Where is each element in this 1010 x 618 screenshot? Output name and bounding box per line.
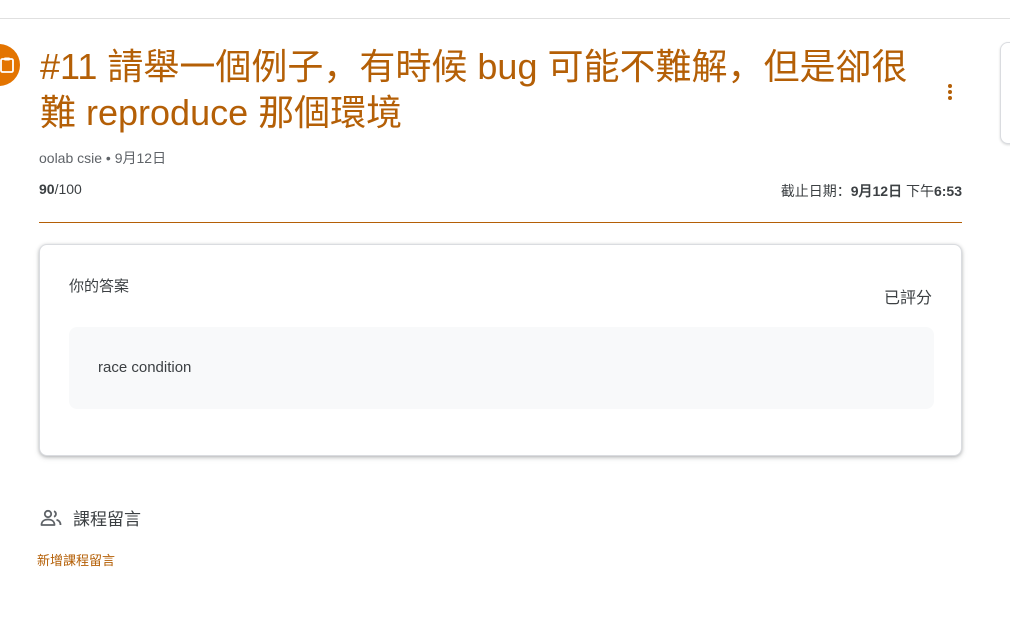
answer-box: race condition (69, 327, 934, 409)
your-answer-label: 你的答案 (69, 278, 130, 295)
add-class-comment-link[interactable]: 新增課程留言 (37, 550, 115, 569)
more-vert-icon (948, 84, 952, 100)
class-comments-heading: 課程留言 (39, 505, 141, 530)
people-icon (40, 509, 62, 526)
due-date: 截止日期：9月12日 下午6:53 (781, 181, 962, 201)
score-total: /100 (54, 181, 82, 197)
assignment-type-avatar (0, 44, 20, 86)
assignment-icon (0, 57, 14, 73)
more-options-button[interactable] (936, 78, 964, 106)
score-value: 90 (39, 181, 55, 197)
class-comments-label: 課程留言 (73, 510, 141, 529)
meta-separator: • (102, 150, 115, 166)
assignment-title: #11 請舉一個例子，有時候 bug 可能不難解，但是卻很難 reproduce… (40, 46, 908, 133)
top-divider (0, 18, 1010, 19)
status-badge: 已評分 (883, 290, 932, 307)
answer-text: race condition (98, 359, 192, 376)
due-time-prefix: 下午 (902, 183, 934, 199)
posted-date: 9月12日 (114, 150, 167, 166)
author-name: oolab csie (39, 150, 103, 166)
due-prefix: 截止日期： (780, 183, 851, 199)
assignment-meta: oolab csie • 9月12日 (39, 148, 166, 168)
side-panel-card (1000, 42, 1010, 144)
due-time-value: 6:53 (933, 183, 962, 199)
due-date-value: 9月12日 (850, 183, 903, 199)
points: 90/100 (39, 181, 82, 197)
your-work-card: 你的答案 已評分 race condition (39, 244, 962, 456)
header-divider (39, 222, 962, 223)
